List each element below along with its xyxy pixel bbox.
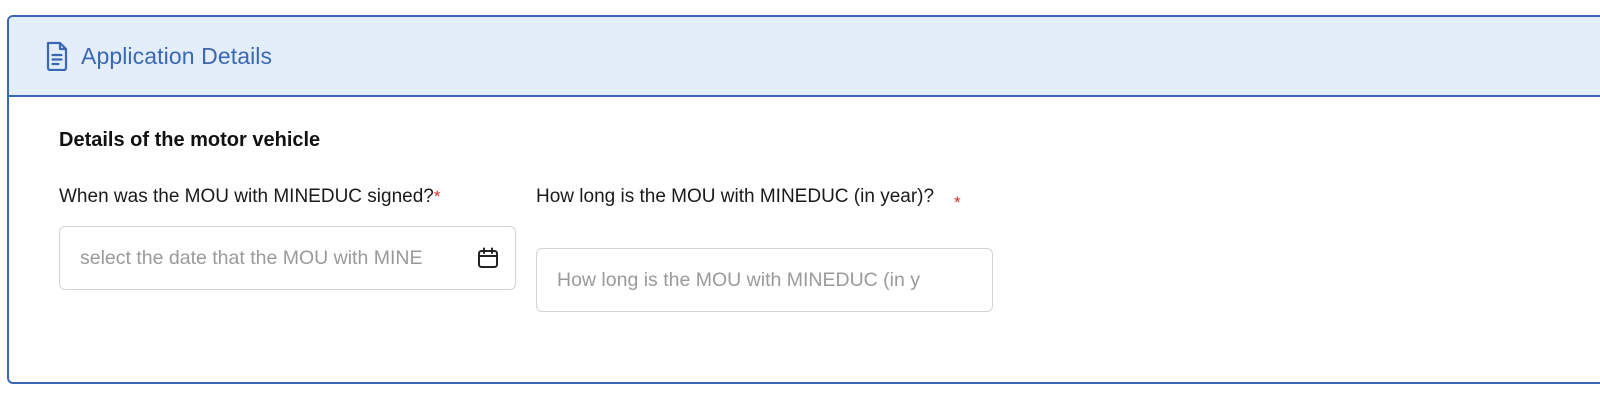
mou-signed-date-placeholder: select the date that the MOU with MINE (80, 246, 423, 269)
mou-duration-label-text: How long is the MOU with MINEDUC (in yea… (536, 186, 935, 207)
required-marker: * (433, 187, 441, 206)
section-title: Details of the motor vehicle (59, 129, 321, 151)
application-details-panel: Application Details Details of the motor… (7, 15, 1600, 384)
panel-title: Application Details (81, 42, 273, 69)
mou-signed-date-label-text: When was the MOU with MINEDUC signed? (59, 186, 434, 207)
mou-signed-date-input[interactable]: select the date that the MOU with MINE (59, 226, 516, 290)
mou-duration-input[interactable]: How long is the MOU with MINEDUC (in y (536, 248, 993, 312)
mou-signed-date-label: When was the MOU with MINEDUC signed?* (59, 187, 519, 207)
required-marker: * (954, 193, 961, 212)
mou-duration-placeholder: How long is the MOU with MINEDUC (in y (557, 268, 920, 291)
calendar-icon[interactable] (473, 243, 503, 273)
panel-header: Application Details (9, 17, 1600, 97)
document-icon (45, 41, 69, 71)
mou-duration-label: How long is the MOU with MINEDUC (in yea… (536, 187, 956, 207)
